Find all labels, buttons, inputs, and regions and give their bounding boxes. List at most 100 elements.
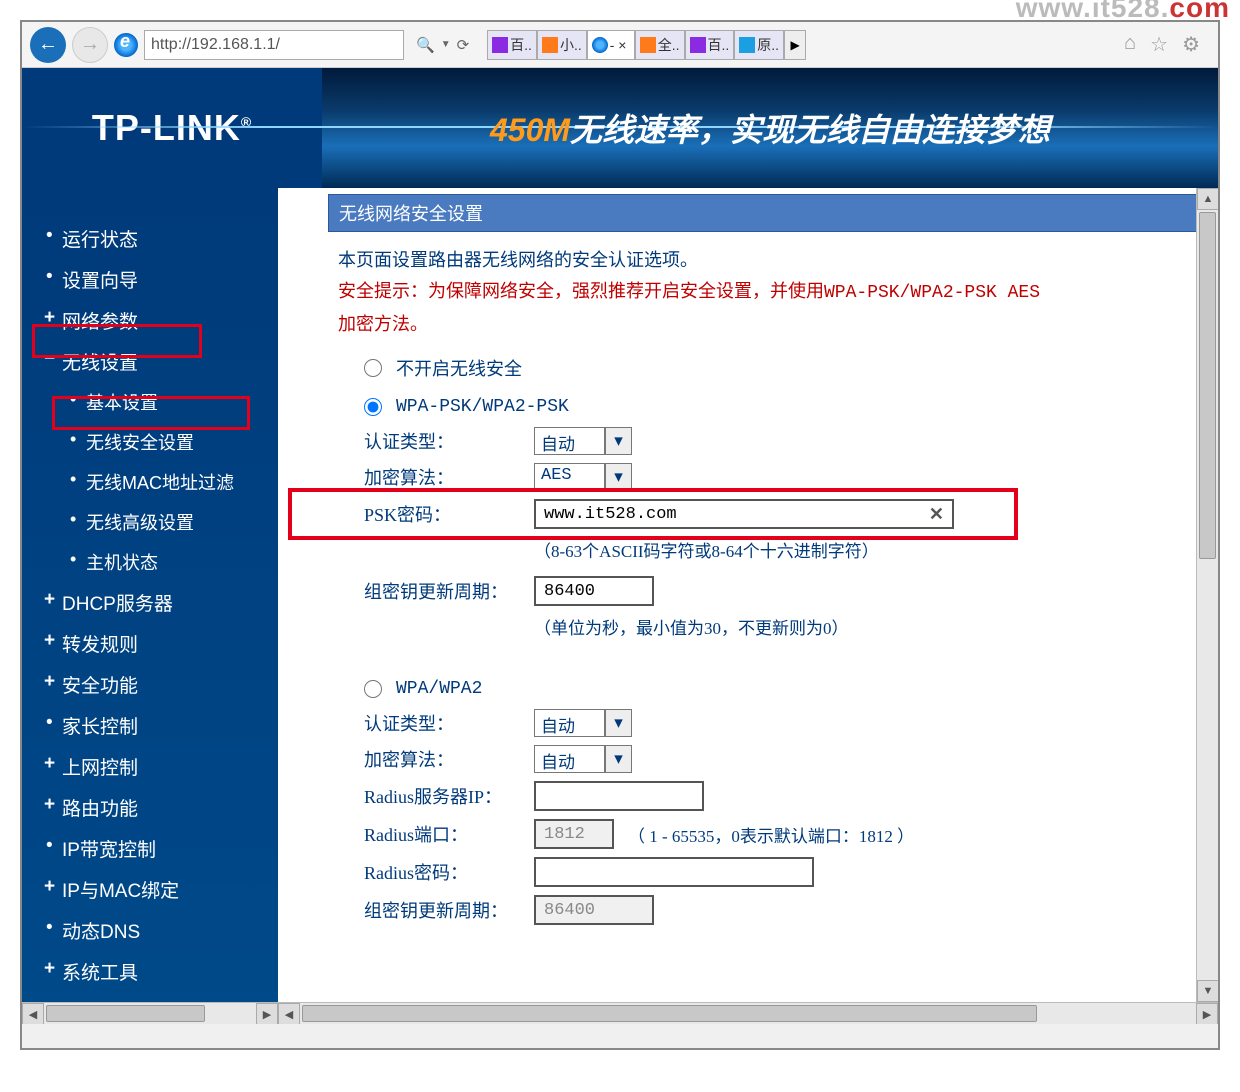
browser-tab[interactable]: 小.. (537, 30, 587, 60)
browser-tab[interactable]: - × (587, 30, 635, 60)
radius-pwd-input[interactable] (534, 857, 814, 887)
tab-favicon (640, 37, 656, 53)
nav-basic-settings[interactable]: 基本设置 (22, 382, 278, 422)
clear-input-icon[interactable]: ✕ (929, 504, 944, 525)
address-controls[interactable]: 🔍 ▼ ⟳ (410, 36, 475, 54)
tab-favicon (492, 37, 508, 53)
tplink-logo: TP-LINK® (92, 107, 252, 149)
watermark: www.it528.com (1016, 0, 1230, 24)
rekey-label-2: 组密钥更新周期： (364, 897, 534, 923)
main-panel: 无线网络安全设置 本页面设置路由器无线网络的安全认证选项。 安全提示：为保障网络… (278, 188, 1218, 1024)
radio-no-security[interactable] (364, 359, 382, 377)
panel-title: 无线网络安全设置 (328, 194, 1210, 232)
rekey-label: 组密钥更新周期： (364, 578, 534, 604)
tab-strip: 百.. 小.. - × 全.. 百.. 原.. ▶ (487, 30, 806, 60)
nav-dhcp[interactable]: DHCP服务器 (22, 582, 278, 623)
chevron-down-icon[interactable]: ▾ (605, 464, 631, 490)
nav-run-status[interactable]: 运行状态 (22, 218, 278, 259)
enc-algo-label-2: 加密算法： (364, 746, 534, 772)
browser-tab[interactable]: 百.. (685, 30, 735, 60)
favorites-icon[interactable]: ☆ (1150, 32, 1168, 57)
nav-access-control[interactable]: 上网控制 (22, 746, 278, 787)
dropdown-icon[interactable]: ▼ (441, 39, 451, 50)
tab-favicon (690, 37, 706, 53)
browser-toolbar: ← → http://192.168.1.1/ 🔍 ▼ ⟳ 百.. 小.. - … (22, 22, 1218, 68)
sidebar-nav: 运行状态 设置向导 网络参数 无线设置 基本设置 无线安全设置 无线MAC地址过… (22, 188, 278, 1024)
radius-port-input[interactable] (534, 819, 614, 849)
browser-tab[interactable]: 百.. (487, 30, 537, 60)
nav-wireless-advanced[interactable]: 无线高级设置 (22, 502, 278, 542)
browser-window: ← → http://192.168.1.1/ 🔍 ▼ ⟳ 百.. 小.. - … (20, 20, 1220, 1050)
search-icon[interactable]: 🔍 (416, 36, 435, 54)
sidebar-hscrollbar[interactable]: ◀ ▶ (22, 1002, 278, 1024)
enc-algo-select-2[interactable]: 自动▾ (534, 745, 632, 773)
psk-password-input[interactable] (534, 499, 954, 529)
radius-ip-input[interactable] (534, 781, 704, 811)
chevron-down-icon[interactable]: ▾ (605, 428, 631, 454)
scroll-left-icon[interactable]: ◀ (22, 1003, 44, 1024)
label-wpa-psk: WPA-PSK/WPA2-PSK (396, 397, 569, 417)
chevron-down-icon[interactable]: ▾ (605, 710, 631, 736)
auth-type-select[interactable]: 自动▾ (534, 427, 632, 455)
nav-forwarding[interactable]: 转发规则 (22, 623, 278, 664)
scroll-right-icon[interactable]: ▶ (1196, 1003, 1218, 1024)
back-button[interactable]: ← (30, 27, 66, 63)
enc-algo-label: 加密算法： (364, 464, 534, 490)
scroll-thumb[interactable] (1199, 212, 1216, 559)
enc-algo-select[interactable]: AES▾ (534, 463, 632, 491)
radio-wpa[interactable] (364, 680, 382, 698)
tab-favicon (739, 37, 755, 53)
nav-bandwidth[interactable]: IP带宽控制 (22, 828, 278, 869)
scroll-thumb[interactable] (302, 1005, 1037, 1022)
ie-icon (114, 33, 138, 57)
browser-tab[interactable]: 原.. (734, 30, 784, 60)
auth-type-select-2[interactable]: 自动▾ (534, 709, 632, 737)
radius-ip-label: Radius服务器IP： (364, 783, 534, 809)
scroll-up-icon[interactable]: ▲ (1197, 188, 1218, 210)
logo-box: TP-LINK® (22, 68, 322, 188)
scroll-left-icon[interactable]: ◀ (278, 1003, 300, 1024)
home-icon[interactable]: ⌂ (1124, 32, 1136, 57)
psk-hint: （8-63个ASCII码字符或8-64个十六进制字符） (534, 537, 1200, 562)
rekey-hint: （单位为秒，最小值为30，不更新则为0） (534, 614, 1200, 639)
nav-network-params[interactable]: 网络参数 (22, 300, 278, 341)
scroll-down-icon[interactable]: ▼ (1197, 980, 1218, 1002)
radio-wpa-psk[interactable] (364, 398, 382, 416)
radius-port-label: Radius端口： (364, 821, 534, 847)
radius-port-hint: （ 1 - 65535，0表示默认端口：1812 ） (628, 822, 914, 847)
main-vscrollbar[interactable]: ▲ ▼ (1196, 188, 1218, 1002)
tab-favicon (542, 37, 558, 53)
scroll-thumb[interactable] (46, 1005, 205, 1022)
scroll-right-icon[interactable]: ▶ (256, 1003, 278, 1024)
auth-type-label: 认证类型： (364, 428, 534, 454)
label-wpa: WPA/WPA2 (396, 679, 482, 699)
nav-parental[interactable]: 家长控制 (22, 705, 278, 746)
nav-wireless-settings[interactable]: 无线设置 (22, 341, 278, 382)
chevron-down-icon[interactable]: ▾ (605, 746, 631, 772)
nav-routing[interactable]: 路由功能 (22, 787, 278, 828)
tab-favicon (592, 37, 608, 53)
forward-button[interactable]: → (72, 27, 108, 63)
main-hscrollbar[interactable]: ◀ ▶ (278, 1002, 1218, 1024)
radius-pwd-label: Radius密码： (364, 859, 534, 885)
nav-system-tools[interactable]: 系统工具 (22, 951, 278, 992)
banner-slogan: 450M无线速率，实现无线自由连接梦想 (322, 105, 1218, 151)
address-bar[interactable]: http://192.168.1.1/ (144, 30, 404, 60)
nav-mac-filter[interactable]: 无线MAC地址过滤 (22, 462, 278, 502)
nav-security[interactable]: 安全功能 (22, 664, 278, 705)
rekey-input-2[interactable] (534, 895, 654, 925)
nav-wireless-security[interactable]: 无线安全设置 (22, 422, 278, 462)
rekey-input[interactable] (534, 576, 654, 606)
tabs-overflow-button[interactable]: ▶ (784, 30, 806, 60)
nav-ip-mac-binding[interactable]: IP与MAC绑定 (22, 869, 278, 910)
nav-host-status[interactable]: 主机状态 (22, 542, 278, 582)
psk-password-label: PSK密码： (364, 501, 534, 527)
label-no-security: 不开启无线安全 (396, 355, 522, 381)
auth-type-label-2: 认证类型： (364, 710, 534, 736)
browser-tab[interactable]: 全.. (635, 30, 685, 60)
settings-gear-icon[interactable]: ⚙ (1182, 32, 1200, 57)
nav-setup-wizard[interactable]: 设置向导 (22, 259, 278, 300)
security-warning: 安全提示：为保障网络安全，强烈推荐开启安全设置，并使用WPA-PSK/WPA2-… (338, 276, 1200, 339)
nav-ddns[interactable]: 动态DNS (22, 910, 278, 951)
refresh-icon[interactable]: ⟳ (457, 36, 470, 54)
